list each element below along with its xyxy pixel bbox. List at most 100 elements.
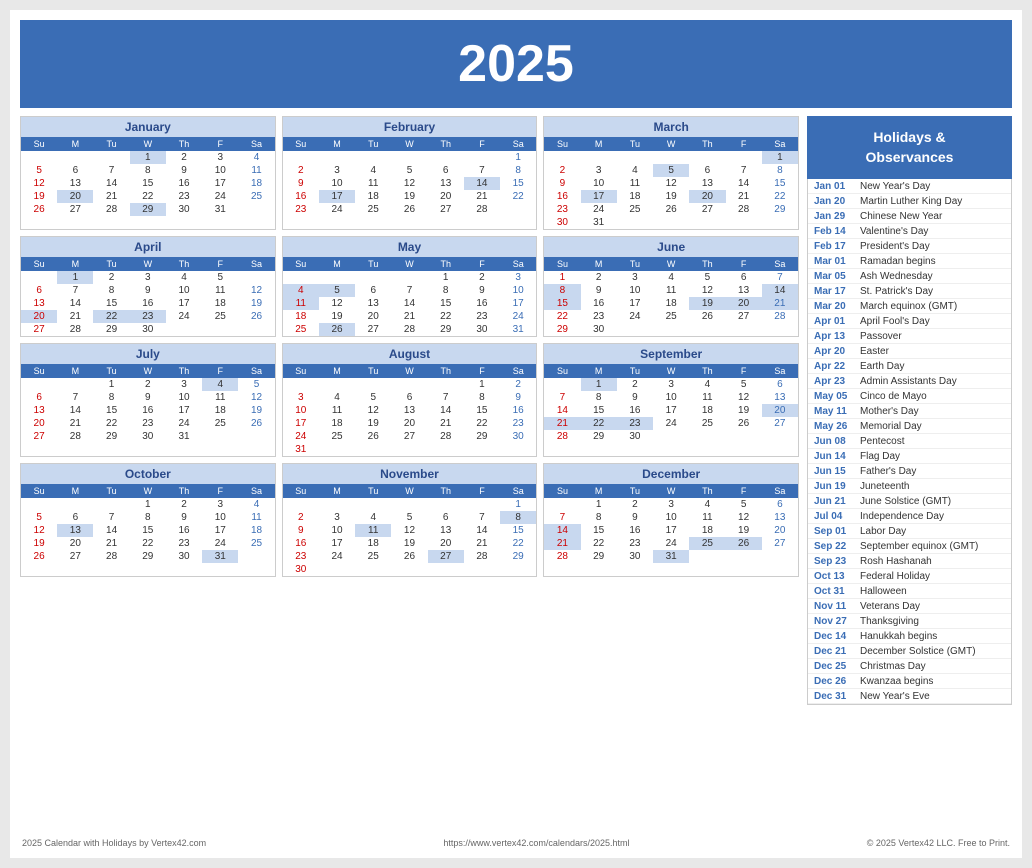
- holiday-name: Chinese New Year: [860, 211, 942, 222]
- holiday-item: Jun 14Flag Day: [808, 449, 1011, 464]
- footer: 2025 Calendar with Holidays by Vertex42.…: [20, 838, 1012, 848]
- holiday-name: New Year's Day: [860, 181, 930, 192]
- holiday-name: President's Day: [860, 241, 930, 252]
- months-grid: January SuMTuWThFSa 1234 567891011 12131…: [20, 116, 799, 577]
- holiday-item: May 05Cinco de Mayo: [808, 389, 1011, 404]
- holiday-date: Dec 26: [814, 676, 854, 687]
- holiday-item: Jun 15Father's Day: [808, 464, 1011, 479]
- holiday-date: May 26: [814, 421, 854, 432]
- holiday-date: Mar 20: [814, 301, 854, 312]
- holiday-name: Labor Day: [860, 526, 906, 537]
- holiday-item: Feb 17 President's Day: [808, 239, 1011, 254]
- holiday-item: Feb 14 Valentine's Day: [808, 224, 1011, 239]
- holiday-item: Dec 21December Solstice (GMT): [808, 644, 1011, 659]
- holiday-name: St. Patrick's Day: [860, 286, 933, 297]
- holiday-date: Apr 13: [814, 331, 854, 342]
- holiday-item: Oct 13Federal Holiday: [808, 569, 1011, 584]
- footer-right: © 2025 Vertex42 LLC. Free to Print.: [867, 838, 1010, 848]
- holiday-item: May 26 Memorial Day: [808, 419, 1011, 434]
- holiday-date: Dec 25: [814, 661, 854, 672]
- holiday-item: May 11 Mother's Day: [808, 404, 1011, 419]
- holiday-item: Sep 22 September equinox (GMT): [808, 539, 1011, 554]
- footer-center: https://www.vertex42.com/calendars/2025.…: [443, 838, 629, 848]
- sidebar-title: Holidays &Observances: [807, 116, 1012, 179]
- year-header: 2025: [20, 20, 1012, 108]
- holiday-date: Oct 31: [814, 586, 854, 597]
- holiday-name: Earth Day: [860, 361, 904, 372]
- holiday-date: Jun 08: [814, 436, 854, 447]
- holiday-item: Jan 01 New Year's Day: [808, 179, 1011, 194]
- holiday-name: Independence Day: [860, 511, 944, 522]
- holiday-item: Apr 23Admin Assistants Day: [808, 374, 1011, 389]
- month-april: April SuMTuWThFSa 12345 6789101112 13141…: [20, 236, 276, 337]
- holiday-date: Apr 01: [814, 316, 854, 327]
- holiday-date: Jan 20: [814, 196, 854, 207]
- holiday-name: New Year's Eve: [860, 691, 930, 702]
- holiday-date: Apr 23: [814, 376, 854, 387]
- holiday-name: Pentecost: [860, 436, 904, 447]
- holiday-item: Nov 27Thanksgiving: [808, 614, 1011, 629]
- year-text: 2025: [458, 35, 574, 93]
- calendar-section: January SuMTuWThFSa 1234 567891011 12131…: [20, 116, 799, 832]
- holiday-name: September equinox (GMT): [860, 541, 978, 552]
- month-december: December SuMTuWThFSa 123456 78910111213 …: [543, 463, 799, 577]
- holiday-name: Juneteenth: [860, 481, 910, 492]
- holiday-item: Nov 11 Veterans Day: [808, 599, 1011, 614]
- holiday-name: April Fool's Day: [860, 316, 930, 327]
- holiday-item: Mar 17St. Patrick's Day: [808, 284, 1011, 299]
- holiday-item: Sep 01Labor Day: [808, 524, 1011, 539]
- holiday-date: Mar 05: [814, 271, 854, 282]
- holiday-name: Memorial Day: [860, 421, 922, 432]
- month-june: June SuMTuWThFSa 1234567 891011121314 15…: [543, 236, 799, 337]
- holiday-date: Dec 21: [814, 646, 854, 657]
- holiday-list: Jan 01 New Year's Day Jan 20Martin Luther …: [807, 179, 1012, 705]
- month-july: July SuMTuWThFSa 12345 6789101112 131415…: [20, 343, 276, 457]
- holiday-item: Jan 20Martin Luther King Day: [808, 194, 1011, 209]
- holiday-name: Easter: [860, 346, 889, 357]
- month-march: March SuMTuWThFSa 1 2345678 910111213141…: [543, 116, 799, 230]
- holiday-name: Federal Holiday: [860, 571, 930, 582]
- month-october: October SuMTuWThFSa 1234 567891011 12131…: [20, 463, 276, 577]
- holiday-date: Nov 11: [814, 601, 854, 612]
- page: 2025 January SuMTuWThFSa 1234 567891011: [10, 10, 1022, 858]
- holiday-date: Jan 29: [814, 211, 854, 222]
- holiday-item: Apr 01 April Fool's Day: [808, 314, 1011, 329]
- holiday-name: Kwanzaa begins: [860, 676, 933, 687]
- holiday-name: Passover: [860, 331, 902, 342]
- holiday-date: Jan 01: [814, 181, 854, 192]
- holiday-date: Sep 22: [814, 541, 854, 552]
- holiday-name: Mother's Day: [860, 406, 919, 417]
- month-september: September SuMTuWThFSa 123456 78910111213: [543, 343, 799, 457]
- holiday-date: Dec 31: [814, 691, 854, 702]
- holiday-date: Mar 01: [814, 256, 854, 267]
- holiday-date: Apr 22: [814, 361, 854, 372]
- main-content: January SuMTuWThFSa 1234 567891011 12131…: [20, 116, 1012, 832]
- month-november: November SuMTuWThFSa 1 2345678 910111213…: [282, 463, 538, 577]
- holiday-name: Halloween: [860, 586, 907, 597]
- holiday-item: Jan 29 Chinese New Year: [808, 209, 1011, 224]
- holiday-item: Mar 05Ash Wednesday: [808, 269, 1011, 284]
- holiday-item: Oct 31 Halloween: [808, 584, 1011, 599]
- holiday-item: Dec 14 Hanukkah begins: [808, 629, 1011, 644]
- holiday-date: Feb 17: [814, 241, 854, 252]
- holiday-name: June Solstice (GMT): [860, 496, 951, 507]
- holiday-date: May 11: [814, 406, 854, 417]
- holiday-item: Jun 21June Solstice (GMT): [808, 494, 1011, 509]
- holiday-item: Mar 01 Ramadan begins: [808, 254, 1011, 269]
- holiday-name: Ramadan begins: [860, 256, 936, 267]
- month-january: January SuMTuWThFSa 1234 567891011 12131…: [20, 116, 276, 230]
- holiday-item: Dec 26 Kwanzaa begins: [808, 674, 1011, 689]
- month-february: February SuMTuWThFSa 1 2345678 910111213…: [282, 116, 538, 230]
- holiday-name: Hanukkah begins: [860, 631, 937, 642]
- holiday-date: Apr 20: [814, 346, 854, 357]
- holiday-date: Dec 14: [814, 631, 854, 642]
- holiday-date: Sep 23: [814, 556, 854, 567]
- holiday-name: Flag Day: [860, 451, 900, 462]
- holiday-item: Apr 22 Earth Day: [808, 359, 1011, 374]
- holiday-name: Veterans Day: [860, 601, 920, 612]
- holiday-date: Feb 14: [814, 226, 854, 237]
- holiday-item: Dec 25Christmas Day: [808, 659, 1011, 674]
- holiday-name: Valentine's Day: [860, 226, 928, 237]
- holiday-name: Rosh Hashanah: [860, 556, 932, 567]
- holiday-name: Cinco de Mayo: [860, 391, 927, 402]
